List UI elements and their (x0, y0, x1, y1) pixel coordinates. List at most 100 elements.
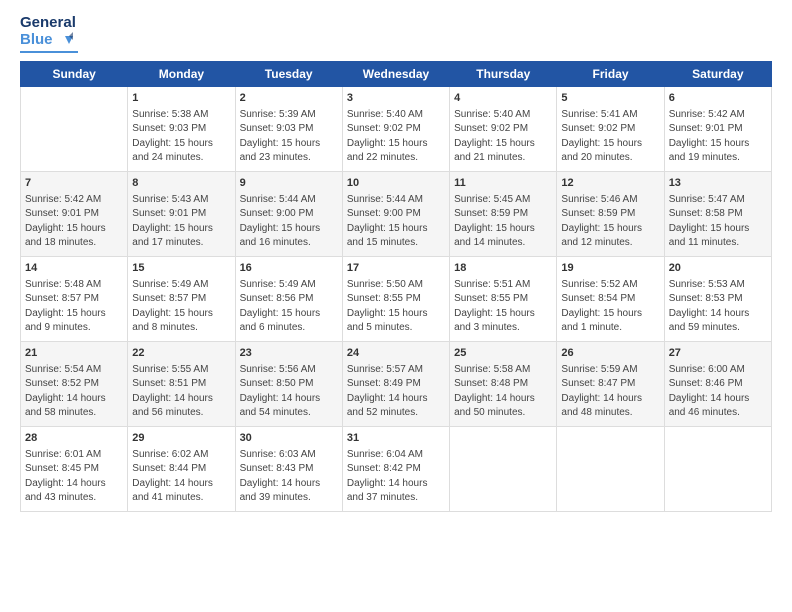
week-row-2: 7 Sunrise: 5:42 AM Sunset: 9:01 PM Daylig… (21, 171, 772, 256)
day-number: 14 (25, 261, 123, 276)
day-number: 5 (561, 91, 659, 106)
day-number: 23 (240, 346, 338, 361)
day-info: Sunrise: 5:55 AM Sunset: 8:51 PM Dayligh… (132, 363, 230, 421)
day-info: Sunrise: 5:39 AM Sunset: 9:03 PM Dayligh… (240, 108, 338, 166)
day-number: 29 (132, 431, 230, 446)
day-info: Sunrise: 5:43 AM Sunset: 9:01 PM Dayligh… (132, 193, 230, 251)
day-info: Sunrise: 5:49 AM Sunset: 8:57 PM Dayligh… (132, 278, 230, 336)
day-info: Sunrise: 5:46 AM Sunset: 8:59 PM Dayligh… (561, 193, 659, 251)
logo-line1: General (20, 15, 78, 32)
logo: General Blue (20, 15, 78, 53)
day-info: Sunrise: 5:54 AM Sunset: 8:52 PM Dayligh… (25, 363, 123, 421)
day-info: Sunrise: 5:57 AM Sunset: 8:49 PM Dayligh… (347, 363, 445, 421)
day-info: Sunrise: 5:40 AM Sunset: 9:02 PM Dayligh… (454, 108, 552, 166)
calendar-cell-w4-d1: 21 Sunrise: 5:54 AM Sunset: 8:52 PM Dayli… (21, 341, 128, 426)
header-wednesday: Wednesday (342, 61, 449, 86)
day-info: Sunrise: 5:51 AM Sunset: 8:55 PM Dayligh… (454, 278, 552, 336)
calendar-cell-w4-d2: 22 Sunrise: 5:55 AM Sunset: 8:51 PM Dayli… (128, 341, 235, 426)
calendar-cell-w5-d2: 29 Sunrise: 6:02 AM Sunset: 8:44 PM Dayli… (128, 426, 235, 511)
day-number: 18 (454, 261, 552, 276)
day-number: 20 (669, 261, 767, 276)
header: General Blue (20, 15, 772, 53)
day-number: 1 (132, 91, 230, 106)
day-number: 6 (669, 91, 767, 106)
calendar-cell-w4-d3: 23Sunrise: 5:56 AM Sunset: 8:50 PM Dayli… (235, 341, 342, 426)
calendar-cell-w3-d4: 17 Sunrise: 5:50 AM Sunset: 8:55 PM Dayli… (342, 256, 449, 341)
logo-bird-icon (55, 32, 73, 50)
calendar-cell-w1-d7: 6 Sunrise: 5:42 AM Sunset: 9:01 PM Daylig… (664, 86, 771, 171)
calendar-cell-w3-d5: 18 Sunrise: 5:51 AM Sunset: 8:55 PM Dayli… (450, 256, 557, 341)
day-number: 31 (347, 431, 445, 446)
calendar-cell-w1-d1 (21, 86, 128, 171)
logo-line2: Blue (20, 32, 53, 49)
header-friday: Friday (557, 61, 664, 86)
calendar-cell-w1-d4: 3Sunrise: 5:40 AM Sunset: 9:02 PM Daylig… (342, 86, 449, 171)
calendar-cell-w2-d6: 12 Sunrise: 5:46 AM Sunset: 8:59 PM Dayli… (557, 171, 664, 256)
day-info: Sunrise: 5:40 AM Sunset: 9:02 PM Dayligh… (347, 108, 445, 166)
calendar-cell-w1-d2: 1 Sunrise: 5:38 AM Sunset: 9:03 PM Daylig… (128, 86, 235, 171)
day-number: 25 (454, 346, 552, 361)
day-info: Sunrise: 5:59 AM Sunset: 8:47 PM Dayligh… (561, 363, 659, 421)
calendar-cell-w3-d2: 15Sunrise: 5:49 AM Sunset: 8:57 PM Dayli… (128, 256, 235, 341)
day-number: 13 (669, 176, 767, 191)
day-number: 10 (347, 176, 445, 191)
day-number: 17 (347, 261, 445, 276)
week-row-5: 28 Sunrise: 6:01 AM Sunset: 8:45 PM Dayli… (21, 426, 772, 511)
day-info: Sunrise: 6:04 AM Sunset: 8:42 PM Dayligh… (347, 448, 445, 506)
calendar-cell-w2-d1: 7 Sunrise: 5:42 AM Sunset: 9:01 PM Daylig… (21, 171, 128, 256)
calendar-cell-w2-d4: 10 Sunrise: 5:44 AM Sunset: 9:00 PM Dayli… (342, 171, 449, 256)
calendar-cell-w2-d5: 11Sunrise: 5:45 AM Sunset: 8:59 PM Dayli… (450, 171, 557, 256)
day-number: 8 (132, 176, 230, 191)
day-info: Sunrise: 5:42 AM Sunset: 9:01 PM Dayligh… (25, 193, 123, 251)
day-number: 26 (561, 346, 659, 361)
header-thursday: Thursday (450, 61, 557, 86)
day-number: 19 (561, 261, 659, 276)
day-info: Sunrise: 5:44 AM Sunset: 9:00 PM Dayligh… (347, 193, 445, 251)
day-number: 24 (347, 346, 445, 361)
day-info: Sunrise: 5:53 AM Sunset: 8:53 PM Dayligh… (669, 278, 767, 336)
calendar-cell-w5-d3: 30 Sunrise: 6:03 AM Sunset: 8:43 PM Dayli… (235, 426, 342, 511)
day-number: 7 (25, 176, 123, 191)
calendar-cell-w1-d5: 4Sunrise: 5:40 AM Sunset: 9:02 PM Daylig… (450, 86, 557, 171)
week-row-4: 21 Sunrise: 5:54 AM Sunset: 8:52 PM Dayli… (21, 341, 772, 426)
day-info: Sunrise: 5:49 AM Sunset: 8:56 PM Dayligh… (240, 278, 338, 336)
day-info: Sunrise: 5:52 AM Sunset: 8:54 PM Dayligh… (561, 278, 659, 336)
calendar-cell-w4-d7: 27Sunrise: 6:00 AM Sunset: 8:46 PM Dayli… (664, 341, 771, 426)
calendar-cell-w3-d7: 20 Sunrise: 5:53 AM Sunset: 8:53 PM Dayli… (664, 256, 771, 341)
header-saturday: Saturday (664, 61, 771, 86)
week-row-1: 1 Sunrise: 5:38 AM Sunset: 9:03 PM Daylig… (21, 86, 772, 171)
calendar-body: 1 Sunrise: 5:38 AM Sunset: 9:03 PM Daylig… (21, 86, 772, 511)
day-info: Sunrise: 5:48 AM Sunset: 8:57 PM Dayligh… (25, 278, 123, 336)
day-info: Sunrise: 5:38 AM Sunset: 9:03 PM Dayligh… (132, 108, 230, 166)
header-monday: Monday (128, 61, 235, 86)
calendar-cell-w3-d3: 16 Sunrise: 5:49 AM Sunset: 8:56 PM Dayli… (235, 256, 342, 341)
day-number: 16 (240, 261, 338, 276)
day-info: Sunrise: 6:01 AM Sunset: 8:45 PM Dayligh… (25, 448, 123, 506)
day-number: 9 (240, 176, 338, 191)
header-sunday: Sunday (21, 61, 128, 86)
day-number: 12 (561, 176, 659, 191)
calendar-cell-w1-d6: 5 Sunrise: 5:41 AM Sunset: 9:02 PM Daylig… (557, 86, 664, 171)
day-info: Sunrise: 5:41 AM Sunset: 9:02 PM Dayligh… (561, 108, 659, 166)
day-number: 30 (240, 431, 338, 446)
day-info: Sunrise: 5:50 AM Sunset: 8:55 PM Dayligh… (347, 278, 445, 336)
calendar-cell-w1-d3: 2Sunrise: 5:39 AM Sunset: 9:03 PM Daylig… (235, 86, 342, 171)
calendar-table: SundayMondayTuesdayWednesdayThursdayFrid… (20, 61, 772, 512)
day-info: Sunrise: 6:03 AM Sunset: 8:43 PM Dayligh… (240, 448, 338, 506)
day-info: Sunrise: 6:02 AM Sunset: 8:44 PM Dayligh… (132, 448, 230, 506)
day-info: Sunrise: 5:42 AM Sunset: 9:01 PM Dayligh… (669, 108, 767, 166)
week-row-3: 14 Sunrise: 5:48 AM Sunset: 8:57 PM Dayli… (21, 256, 772, 341)
day-number: 21 (25, 346, 123, 361)
calendar-cell-w4-d4: 24 Sunrise: 5:57 AM Sunset: 8:49 PM Dayli… (342, 341, 449, 426)
calendar-cell-w3-d1: 14 Sunrise: 5:48 AM Sunset: 8:57 PM Dayli… (21, 256, 128, 341)
header-tuesday: Tuesday (235, 61, 342, 86)
calendar-cell-w2-d2: 8 Sunrise: 5:43 AM Sunset: 9:01 PM Daylig… (128, 171, 235, 256)
page: General Blue SundayMondayTuesdayWednesda… (0, 0, 792, 612)
calendar-cell-w4-d5: 25Sunrise: 5:58 AM Sunset: 8:48 PM Dayli… (450, 341, 557, 426)
calendar-cell-w3-d6: 19 Sunrise: 5:52 AM Sunset: 8:54 PM Dayli… (557, 256, 664, 341)
day-info: Sunrise: 5:45 AM Sunset: 8:59 PM Dayligh… (454, 193, 552, 251)
calendar-cell-w5-d5 (450, 426, 557, 511)
day-number: 28 (25, 431, 123, 446)
day-info: Sunrise: 6:00 AM Sunset: 8:46 PM Dayligh… (669, 363, 767, 421)
day-number: 22 (132, 346, 230, 361)
